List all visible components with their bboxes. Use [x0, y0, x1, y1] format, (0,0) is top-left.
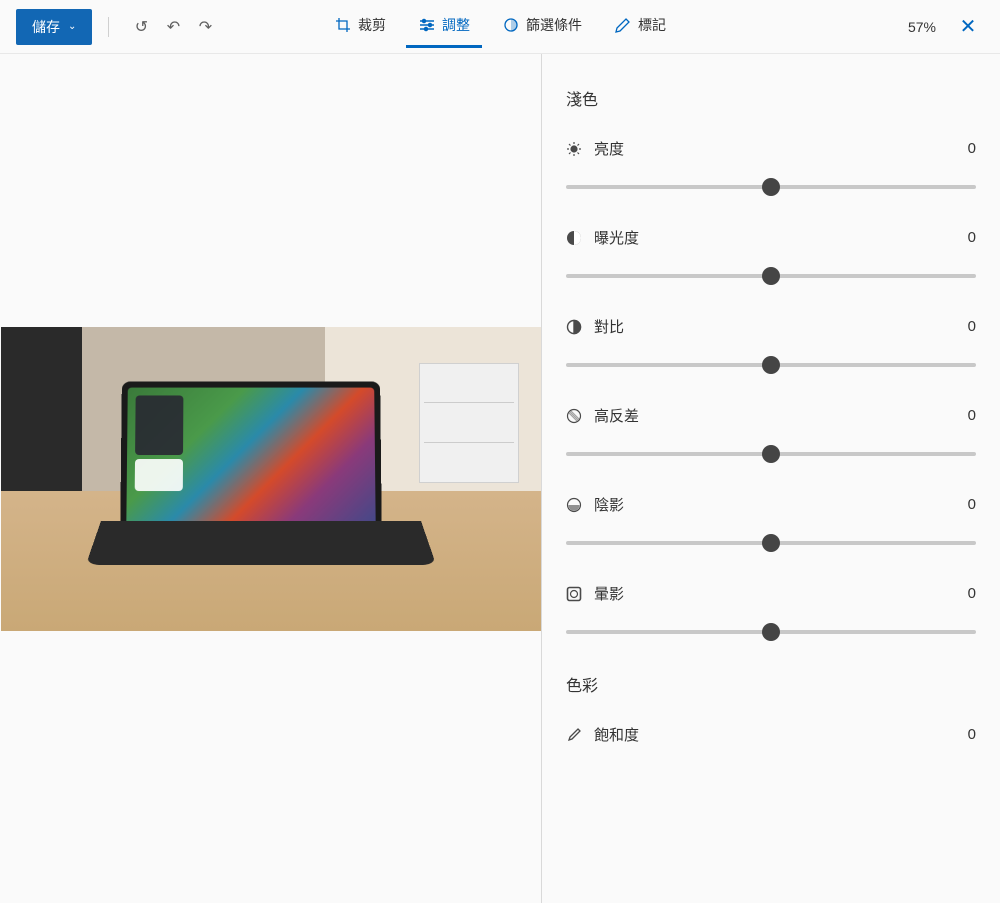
main: 淺色 亮度 0 曝光度 0: [0, 54, 1000, 903]
slider-thumb[interactable]: [762, 178, 780, 196]
undo-button[interactable]: ↶: [157, 11, 189, 43]
label-text: 陰影: [594, 494, 624, 515]
widget: [134, 459, 182, 491]
control-header: 陰影 0: [566, 494, 976, 515]
control-label: 高反差: [566, 405, 639, 426]
laptop: [101, 381, 421, 601]
crop-icon: [334, 16, 352, 34]
close-button[interactable]: ✕: [952, 11, 984, 43]
control-value: 0: [968, 318, 976, 335]
control-vignette: 暈影 0: [566, 583, 976, 634]
control-label: 陰影: [566, 494, 624, 515]
control-value: 0: [968, 496, 976, 513]
laptop-screen: [120, 381, 382, 541]
tabs: 裁剪 調整 篩選條件 標記: [322, 5, 678, 48]
control-exposure: 曝光度 0: [566, 227, 976, 278]
control-header: 曝光度 0: [566, 227, 976, 248]
chevron-down-icon: ⌄: [68, 21, 76, 32]
adjust-panel: 淺色 亮度 0 曝光度 0: [542, 54, 1000, 903]
control-brightness: 亮度 0: [566, 138, 976, 189]
control-header: 高反差 0: [566, 405, 976, 426]
brightness-slider[interactable]: [566, 185, 976, 189]
highlights-slider[interactable]: [566, 452, 976, 456]
slider-thumb[interactable]: [762, 623, 780, 641]
exposure-slider[interactable]: [566, 274, 976, 278]
control-label: 曝光度: [566, 227, 639, 248]
control-saturation: 飽和度 0: [566, 724, 976, 745]
control-value: 0: [968, 229, 976, 246]
wallpaper: [126, 387, 376, 535]
highlights-icon: [566, 408, 582, 424]
eyedropper-icon: [566, 727, 582, 743]
widget: [135, 395, 183, 455]
contrast-icon: [566, 319, 582, 335]
tab-crop[interactable]: 裁剪: [322, 5, 398, 48]
vignette-slider[interactable]: [566, 630, 976, 634]
save-button[interactable]: 儲存 ⌄: [16, 9, 92, 45]
image-preview: [1, 327, 541, 631]
undo-icon: ↶: [167, 17, 180, 37]
label-text: 暈影: [594, 583, 624, 604]
shelf: [419, 363, 519, 483]
laptop-keyboard: [85, 521, 435, 565]
close-icon: ✕: [960, 16, 977, 38]
control-header: 暈影 0: [566, 583, 976, 604]
pen-icon: [614, 16, 632, 34]
history-icon: ↺: [135, 17, 148, 37]
control-highlights: 高反差 0: [566, 405, 976, 456]
filter-icon: [502, 16, 520, 34]
label-text: 曝光度: [594, 227, 639, 248]
control-label: 暈影: [566, 583, 624, 604]
toolbar-right: 57% ✕: [908, 11, 984, 43]
tab-label: 調整: [442, 15, 470, 35]
save-label: 儲存: [32, 17, 60, 37]
tab-label: 篩選條件: [526, 15, 582, 35]
label-text: 高反差: [594, 405, 639, 426]
tab-adjust[interactable]: 調整: [406, 5, 482, 48]
contrast-slider[interactable]: [566, 363, 976, 367]
redo-button[interactable]: ↷: [189, 11, 221, 43]
tab-markup[interactable]: 標記: [602, 5, 678, 48]
control-contrast: 對比 0: [566, 316, 976, 367]
vignette-icon: [566, 586, 582, 602]
slider-thumb[interactable]: [762, 445, 780, 463]
tab-filter[interactable]: 篩選條件: [490, 5, 594, 48]
slider-thumb[interactable]: [762, 534, 780, 552]
tab-label: 標記: [638, 15, 666, 35]
section-title-light: 淺色: [566, 86, 976, 110]
slider-thumb[interactable]: [762, 356, 780, 374]
control-label: 亮度: [566, 138, 624, 159]
label-text: 亮度: [594, 138, 624, 159]
sliders-icon: [418, 16, 436, 34]
redo-icon: ↷: [199, 17, 212, 37]
control-label: 飽和度: [566, 724, 639, 745]
history-button[interactable]: ↺: [125, 11, 157, 43]
brightness-icon: [566, 141, 582, 157]
tab-label: 裁剪: [358, 15, 386, 35]
shadows-icon: [566, 497, 582, 513]
label-text: 飽和度: [594, 724, 639, 745]
control-label: 對比: [566, 316, 624, 337]
toolbar: 儲存 ⌄ ↺ ↶ ↷ 裁剪 調整 篩選條件: [0, 0, 1000, 54]
control-shadows: 陰影 0: [566, 494, 976, 545]
divider: [108, 17, 109, 37]
control-value: 0: [968, 726, 976, 743]
control-header: 亮度 0: [566, 138, 976, 159]
canvas-area[interactable]: [0, 54, 542, 903]
exposure-icon: [566, 230, 582, 246]
label-text: 對比: [594, 316, 624, 337]
slider-thumb[interactable]: [762, 267, 780, 285]
control-value: 0: [968, 407, 976, 424]
control-value: 0: [968, 140, 976, 157]
section-title-color: 色彩: [566, 672, 976, 696]
control-value: 0: [968, 585, 976, 602]
shadows-slider[interactable]: [566, 541, 976, 545]
zoom-level: 57%: [908, 19, 936, 35]
control-header: 飽和度 0: [566, 724, 976, 745]
control-header: 對比 0: [566, 316, 976, 337]
